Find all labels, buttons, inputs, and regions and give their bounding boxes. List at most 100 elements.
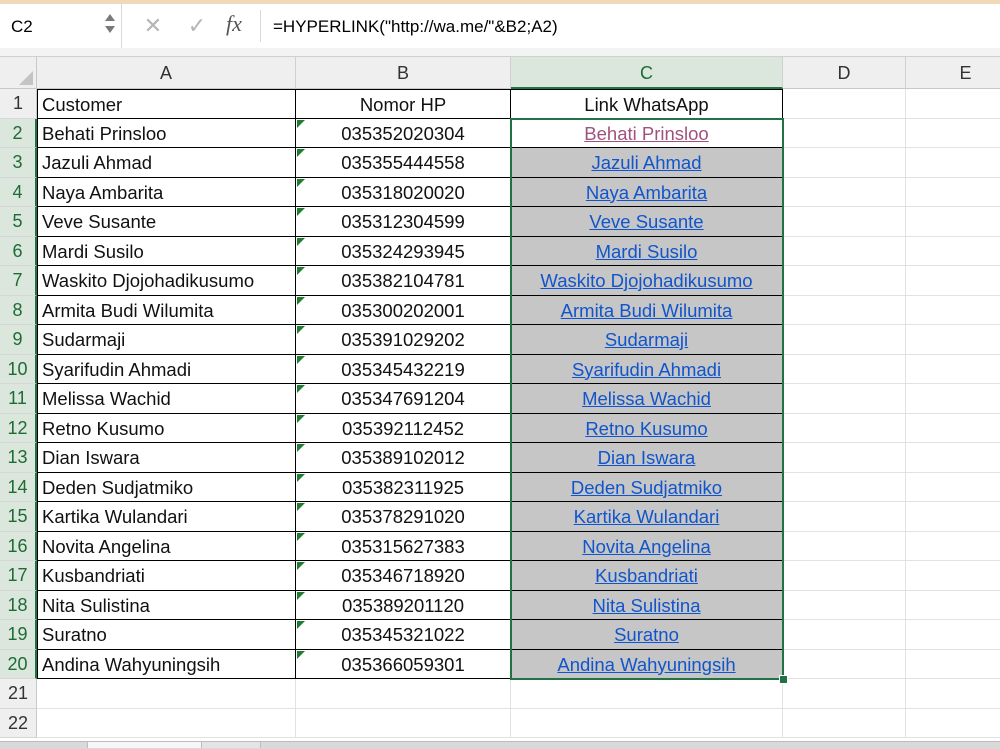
- cell-c21[interactable]: [511, 679, 783, 709]
- cell-a3[interactable]: Jazuli Ahmad: [37, 148, 296, 178]
- cell-b9[interactable]: 035391029202: [296, 325, 511, 355]
- cell-e3[interactable]: [906, 148, 1000, 178]
- cell-a9[interactable]: Sudarmaji: [37, 325, 296, 355]
- cell-d18[interactable]: [783, 590, 906, 620]
- whatsapp-link[interactable]: Waskito Djojohadikusumo: [540, 270, 752, 291]
- row-header-6[interactable]: 6: [0, 236, 37, 266]
- column-header-d[interactable]: D: [783, 57, 906, 89]
- cell-d16[interactable]: [783, 531, 906, 561]
- whatsapp-link[interactable]: Kusbandriati: [595, 565, 698, 586]
- cell-d15[interactable]: [783, 502, 906, 532]
- cell-c14[interactable]: Deden Sudjatmiko: [511, 472, 783, 502]
- cell-a12[interactable]: Retno Kusumo: [37, 413, 296, 443]
- cell-b7[interactable]: 035382104781: [296, 266, 511, 296]
- cell-e12[interactable]: [906, 414, 1000, 443]
- cell-d21[interactable]: [783, 679, 906, 709]
- cell-a5[interactable]: Veve Susante: [37, 207, 296, 237]
- cell-e7[interactable]: [906, 266, 1000, 296]
- cell-b12[interactable]: 035392112452: [296, 413, 511, 443]
- cell-a4[interactable]: Naya Ambarita: [37, 177, 296, 207]
- formula-input[interactable]: =HYPERLINK("http://wa.me/"&B2;A2): [273, 17, 558, 37]
- cell-a13[interactable]: Dian Iswara: [37, 443, 296, 473]
- cell-c9[interactable]: Sudarmaji: [511, 325, 783, 355]
- whatsapp-link[interactable]: Syarifudin Ahmadi: [572, 359, 721, 380]
- cell-e8[interactable]: [906, 296, 1000, 325]
- cell-b19[interactable]: 035345321022: [296, 620, 511, 650]
- cell-e16[interactable]: [906, 532, 1000, 561]
- row-header-4[interactable]: 4: [0, 177, 37, 207]
- cell-e1[interactable]: [906, 89, 1000, 119]
- cell-a15[interactable]: Kartika Wulandari: [37, 502, 296, 532]
- row-header-12[interactable]: 12: [0, 413, 37, 443]
- cell-d7[interactable]: [783, 266, 906, 296]
- check-icon[interactable]: ✓: [184, 13, 210, 39]
- column-header-c[interactable]: C: [511, 57, 783, 89]
- cell-d8[interactable]: [783, 295, 906, 325]
- cell-c19[interactable]: Suratno: [511, 620, 783, 650]
- cell-e17[interactable]: [906, 561, 1000, 591]
- row-header-19[interactable]: 19: [0, 620, 37, 650]
- row-header-13[interactable]: 13: [0, 443, 37, 473]
- cell-e4[interactable]: [906, 178, 1000, 207]
- cell-a16[interactable]: Novita Angelina: [37, 531, 296, 561]
- row-header-5[interactable]: 5: [0, 207, 37, 237]
- cell-c15[interactable]: Kartika Wulandari: [511, 502, 783, 532]
- row-header-22[interactable]: 22: [0, 708, 37, 738]
- row-header-16[interactable]: 16: [0, 531, 37, 561]
- whatsapp-link[interactable]: Veve Susante: [589, 211, 703, 232]
- cell-e22[interactable]: [906, 709, 1000, 738]
- cell-b18[interactable]: 035389201120: [296, 590, 511, 620]
- row-header-20[interactable]: 20: [0, 649, 37, 679]
- cell-a17[interactable]: Kusbandriati: [37, 561, 296, 591]
- cell-d13[interactable]: [783, 443, 906, 473]
- whatsapp-link[interactable]: Melissa Wachid: [582, 388, 711, 409]
- whatsapp-link[interactable]: Naya Ambarita: [586, 182, 707, 203]
- row-header-2[interactable]: 2: [0, 118, 37, 148]
- cell-a14[interactable]: Deden Sudjatmiko: [37, 472, 296, 502]
- whatsapp-link[interactable]: Sudarmaji: [605, 329, 688, 350]
- cell-c2[interactable]: Behati Prinsloo: [511, 118, 783, 148]
- cell-d19[interactable]: [783, 620, 906, 650]
- cell-c11[interactable]: Melissa Wachid: [511, 384, 783, 414]
- whatsapp-link[interactable]: Nita Sulistina: [593, 595, 701, 616]
- cell-b17[interactable]: 035346718920: [296, 561, 511, 591]
- cell-d12[interactable]: [783, 413, 906, 443]
- whatsapp-link[interactable]: Jazuli Ahmad: [591, 152, 701, 173]
- cell-a10[interactable]: Syarifudin Ahmadi: [37, 354, 296, 384]
- cell-b4[interactable]: 035318020020: [296, 177, 511, 207]
- cell-e2[interactable]: [906, 119, 1000, 148]
- whatsapp-link[interactable]: Mardi Susilo: [596, 241, 698, 262]
- cell-a8[interactable]: Armita Budi Wilumita: [37, 295, 296, 325]
- whatsapp-link[interactable]: Retno Kusumo: [585, 418, 707, 439]
- cell-c17[interactable]: Kusbandriati: [511, 561, 783, 591]
- row-header-8[interactable]: 8: [0, 295, 37, 325]
- name-box-dropdown-icon[interactable]: [104, 14, 116, 40]
- whatsapp-link[interactable]: Behati Prinsloo: [584, 123, 708, 144]
- whatsapp-link[interactable]: Kartika Wulandari: [574, 506, 720, 527]
- cell-c12[interactable]: Retno Kusumo: [511, 413, 783, 443]
- row-header-1[interactable]: 1: [0, 89, 37, 119]
- cell-b11[interactable]: 035347691204: [296, 384, 511, 414]
- cell-e13[interactable]: [906, 443, 1000, 473]
- name-box[interactable]: C2: [0, 4, 122, 48]
- cell-c5[interactable]: Veve Susante: [511, 207, 783, 237]
- column-header-b[interactable]: B: [296, 57, 511, 89]
- cell-b20[interactable]: 035366059301: [296, 649, 511, 679]
- cell-d20[interactable]: [783, 649, 906, 679]
- row-header-7[interactable]: 7: [0, 266, 37, 296]
- cell-c22[interactable]: [511, 708, 783, 738]
- column-header-a[interactable]: A: [37, 57, 296, 89]
- cell-a2[interactable]: Behati Prinsloo: [37, 118, 296, 148]
- header-customer[interactable]: Customer: [37, 89, 296, 119]
- cell-c3[interactable]: Jazuli Ahmad: [511, 148, 783, 178]
- header-link[interactable]: Link WhatsApp: [511, 89, 783, 119]
- whatsapp-link[interactable]: Andina Wahyuningsih: [557, 654, 735, 675]
- cell-e18[interactable]: [906, 591, 1000, 620]
- fill-handle[interactable]: [779, 675, 788, 684]
- cell-b15[interactable]: 035378291020: [296, 502, 511, 532]
- row-header-17[interactable]: 17: [0, 561, 37, 591]
- cell-c7[interactable]: Waskito Djojohadikusumo: [511, 266, 783, 296]
- select-all-corner[interactable]: [0, 57, 37, 89]
- cell-b5[interactable]: 035312304599: [296, 207, 511, 237]
- row-header-3[interactable]: 3: [0, 148, 37, 178]
